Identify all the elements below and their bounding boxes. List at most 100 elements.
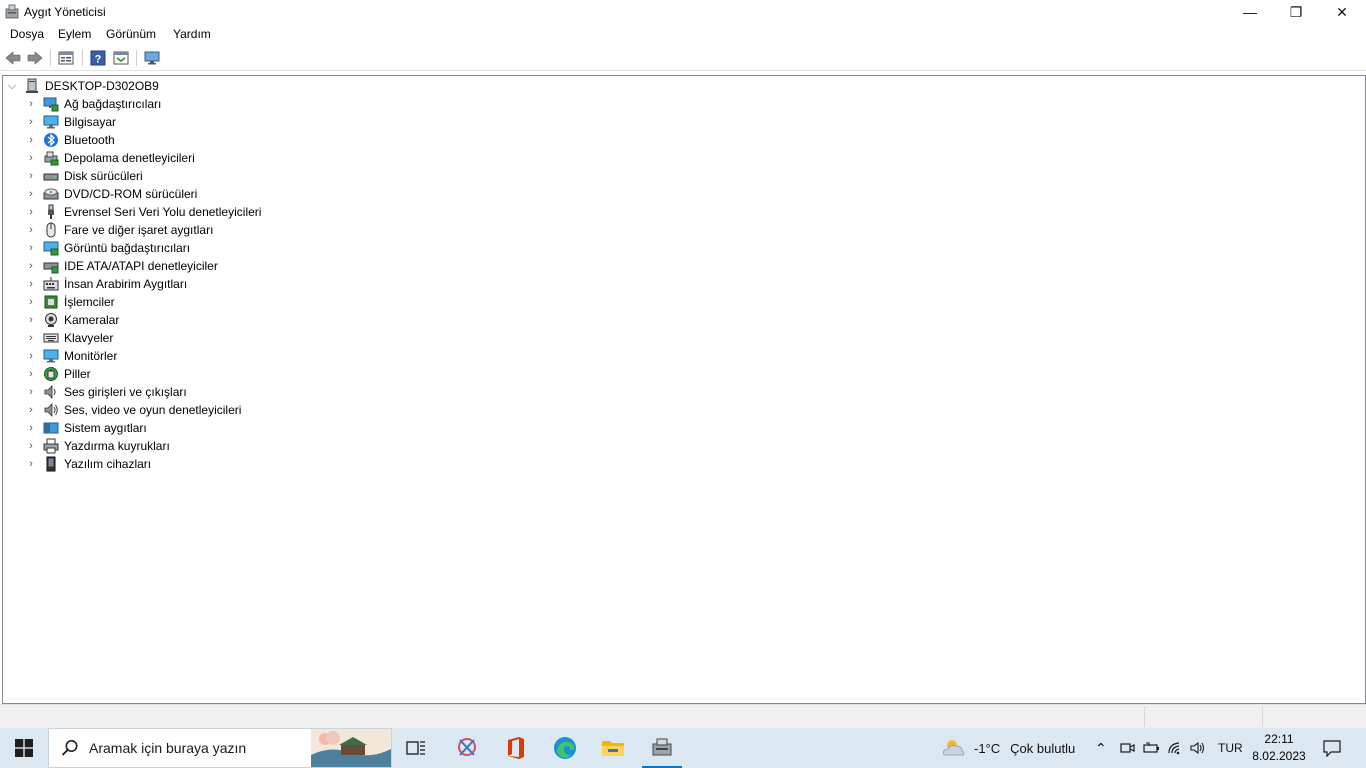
tree-category-node[interactable]: › Ses, video ve oyun denetleyicileri bbox=[3, 401, 403, 419]
tree-category-node[interactable]: › Disk sürücüleri bbox=[3, 167, 403, 185]
help-icon[interactable]: ? bbox=[90, 50, 106, 66]
task-view-button[interactable] bbox=[392, 728, 440, 768]
taskbar-clock[interactable]: 22:11 8.02.2023 bbox=[1250, 731, 1308, 765]
tree-category-node[interactable]: › DVD/CD-ROM sürücüleri bbox=[3, 185, 403, 203]
tree-category-node[interactable]: › Fare ve diğer işaret aygıtları bbox=[3, 221, 403, 239]
window-title: Aygıt Yöneticisi bbox=[24, 5, 106, 19]
processor-icon bbox=[44, 295, 58, 309]
update-driver-icon[interactable] bbox=[113, 50, 129, 66]
chevron-right-icon[interactable]: › bbox=[26, 95, 36, 113]
file-explorer-button[interactable] bbox=[589, 728, 637, 768]
device-manager-taskbar-button[interactable] bbox=[638, 728, 686, 768]
menu-action[interactable]: Eylem bbox=[58, 27, 91, 41]
input-language[interactable]: TUR bbox=[1218, 728, 1243, 768]
chevron-right-icon[interactable]: › bbox=[26, 149, 36, 167]
tree-category-label: Sistem aygıtları bbox=[64, 421, 147, 435]
chevron-right-icon[interactable]: › bbox=[26, 419, 36, 437]
chevron-right-icon[interactable]: › bbox=[26, 293, 36, 311]
battery-charging-icon bbox=[1143, 742, 1159, 753]
weather-desc: Çok bulutlu bbox=[1010, 740, 1076, 756]
tree-category-label: Bluetooth bbox=[64, 133, 115, 147]
chevron-right-icon[interactable]: › bbox=[26, 329, 36, 347]
tree-category-node[interactable]: › Depolama denetleyicileri bbox=[3, 149, 403, 167]
display-adapter-icon bbox=[43, 241, 59, 256]
chevron-right-icon[interactable]: › bbox=[26, 275, 36, 293]
keyboard-icon bbox=[43, 333, 59, 343]
back-arrow-icon[interactable] bbox=[5, 50, 21, 66]
taskbar-search[interactable]: Aramak için buraya yazın bbox=[48, 728, 392, 768]
tree-category-label: Klavyeler bbox=[64, 331, 114, 345]
tree-category-node[interactable]: › Klavyeler bbox=[3, 329, 403, 347]
chevron-right-icon[interactable]: › bbox=[26, 257, 36, 275]
ide-controller-icon bbox=[43, 262, 59, 274]
tree-category-node[interactable]: › Bluetooth bbox=[3, 131, 403, 149]
toolbar-separator bbox=[50, 50, 51, 66]
tree-category-node[interactable]: › Görüntü bağdaştırıcıları bbox=[3, 239, 403, 257]
tree-category-node[interactable]: › Bilgisayar bbox=[3, 113, 403, 131]
tree-category-node[interactable]: › Yazdırma kuyrukları bbox=[3, 437, 403, 455]
menu-help[interactable]: Yardım bbox=[173, 27, 211, 41]
maximize-button[interactable]: ❐ bbox=[1273, 0, 1319, 24]
tree-root-node[interactable]: ⌵ DESKTOP-D302OB9 bbox=[3, 77, 403, 95]
show-hidden-icons-button[interactable]: ⌃ bbox=[1095, 728, 1107, 768]
chevron-right-icon[interactable]: › bbox=[26, 131, 36, 149]
menu-view[interactable]: Görünüm bbox=[106, 27, 156, 41]
tree-category-node[interactable]: › İnsan Arabirim Aygıtları bbox=[3, 275, 403, 293]
chevron-right-icon[interactable]: › bbox=[26, 365, 36, 383]
meet-now-button[interactable] bbox=[1119, 728, 1135, 768]
start-button[interactable] bbox=[0, 728, 48, 768]
battery-tray-button[interactable] bbox=[1143, 728, 1161, 768]
tree-root-label: DESKTOP-D302OB9 bbox=[45, 79, 159, 93]
volume-tray-button[interactable] bbox=[1189, 728, 1207, 768]
camera-icon bbox=[45, 313, 57, 327]
device-tree: ⌵ DESKTOP-D302OB9 › Ağ bağdaştırıcıları › Bil… bbox=[2, 75, 1366, 704]
chevron-right-icon[interactable]: › bbox=[26, 401, 36, 419]
chevron-right-icon[interactable]: › bbox=[26, 347, 36, 365]
disk-drive-icon bbox=[43, 173, 59, 181]
wifi-tray-button[interactable] bbox=[1167, 728, 1185, 768]
tree-category-node[interactable]: › Evrensel Seri Veri Yolu denetleyicileri bbox=[3, 203, 403, 221]
clock-time: 22:11 bbox=[1264, 732, 1294, 746]
minimize-button[interactable]: — bbox=[1227, 0, 1273, 24]
search-highlight-illustration-icon bbox=[311, 729, 391, 767]
chevron-right-icon[interactable]: › bbox=[26, 203, 36, 221]
tree-category-node[interactable]: › Kameralar bbox=[3, 311, 403, 329]
dvd-icon bbox=[43, 188, 59, 200]
device-manager-icon bbox=[5, 4, 19, 19]
tree-category-node[interactable]: › Piller bbox=[3, 365, 403, 383]
tree-category-node[interactable]: › Ses girişleri ve çıkışları bbox=[3, 383, 403, 401]
properties-icon[interactable] bbox=[58, 50, 74, 66]
close-button[interactable]: ✕ bbox=[1319, 0, 1365, 24]
tree-category-node[interactable]: › Monitörler bbox=[3, 347, 403, 365]
tree-category-node[interactable]: › Sistem aygıtları bbox=[3, 419, 403, 437]
chevron-right-icon[interactable]: › bbox=[26, 383, 36, 401]
chevron-down-icon[interactable]: ⌵ bbox=[7, 77, 17, 95]
office-button[interactable] bbox=[492, 728, 540, 768]
forward-arrow-icon[interactable] bbox=[27, 50, 43, 66]
chevron-right-icon[interactable]: › bbox=[26, 311, 36, 329]
snip-tool-button[interactable] bbox=[443, 728, 491, 768]
chevron-right-icon[interactable]: › bbox=[26, 113, 36, 131]
edge-button[interactable] bbox=[541, 728, 589, 768]
search-placeholder: Aramak için buraya yazın bbox=[89, 740, 247, 756]
tree-category-label: Yazılım cihazları bbox=[64, 457, 152, 471]
tree-category-label: IDE ATA/ATAPI denetleyiciler bbox=[64, 259, 218, 273]
tree-category-node[interactable]: › Yazılım cihazları bbox=[3, 455, 403, 473]
chevron-right-icon[interactable]: › bbox=[26, 167, 36, 185]
usb-icon bbox=[48, 204, 54, 219]
tree-category-node[interactable]: › IDE ATA/ATAPI denetleyiciler bbox=[3, 257, 403, 275]
tree-category-node[interactable]: › İşlemciler bbox=[3, 293, 403, 311]
software-device-icon bbox=[46, 456, 56, 472]
menu-file[interactable]: Dosya bbox=[10, 27, 44, 41]
chevron-right-icon[interactable]: › bbox=[26, 455, 36, 473]
title-bar: Aygıt Yöneticisi — ❐ ✕ bbox=[0, 0, 1366, 24]
chevron-right-icon[interactable]: › bbox=[26, 221, 36, 239]
chevron-right-icon[interactable]: › bbox=[26, 239, 36, 257]
tree-category-node[interactable]: › Ağ bağdaştırıcıları bbox=[3, 95, 403, 113]
weather-widget[interactable]: -1°C Çok bulutlu bbox=[940, 728, 1075, 768]
tree-category-label: Disk sürücüleri bbox=[64, 169, 143, 183]
chevron-right-icon[interactable]: › bbox=[26, 185, 36, 203]
monitor-scan-icon[interactable] bbox=[144, 50, 160, 66]
notification-center-button[interactable] bbox=[1322, 728, 1342, 768]
chevron-right-icon[interactable]: › bbox=[26, 437, 36, 455]
